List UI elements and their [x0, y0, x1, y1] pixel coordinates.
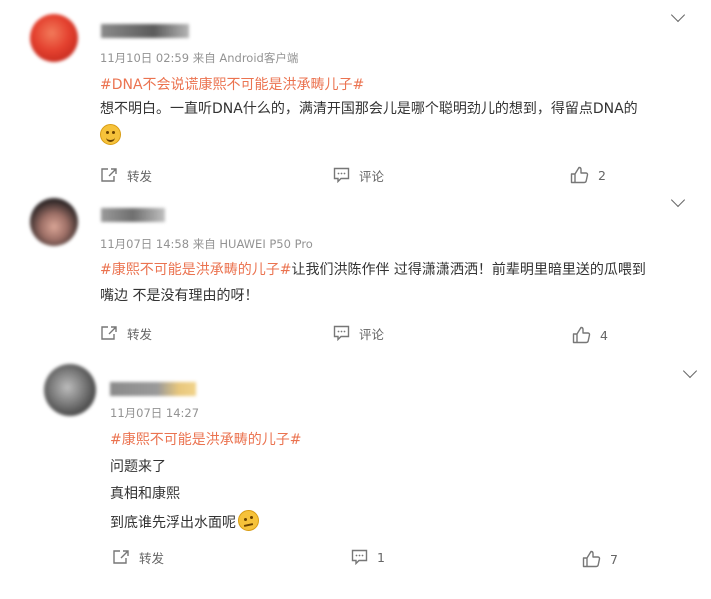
confused-emoji-icon — [238, 510, 259, 531]
repost-button[interactable]: 转发 — [112, 547, 164, 567]
like-button[interactable]: 7 — [582, 549, 618, 569]
chevron-down-icon[interactable] — [682, 363, 698, 379]
like-count: 7 — [610, 551, 618, 567]
comment-text-line2: 真相和康熙 — [110, 486, 180, 502]
share-icon — [113, 550, 129, 564]
repost-label: 转发 — [139, 550, 165, 566]
topic-hashtag[interactable]: #康熙不可能是洪承畴的儿子# — [110, 429, 301, 449]
comment-text-line3-text: 到底谁先浮出水面呢 — [110, 515, 236, 531]
avatar[interactable] — [44, 364, 96, 416]
comment-count: 1 — [377, 549, 385, 565]
comment-text-line3: 到底谁先浮出水面呢 — [110, 510, 259, 532]
comment-button[interactable]: 1 — [351, 547, 385, 567]
username-blurred[interactable] — [110, 382, 196, 396]
comment-icon — [351, 549, 368, 565]
thumbs-up-icon — [582, 550, 601, 568]
comment-3: 11月07日 14:27 #康熙不可能是洪承畴的儿子# 问题来了 真相和康熙 到… — [0, 0, 711, 599]
comment-meta: 11月07日 14:27 — [110, 406, 200, 420]
comment-text-line1: 问题来了 — [110, 459, 166, 475]
